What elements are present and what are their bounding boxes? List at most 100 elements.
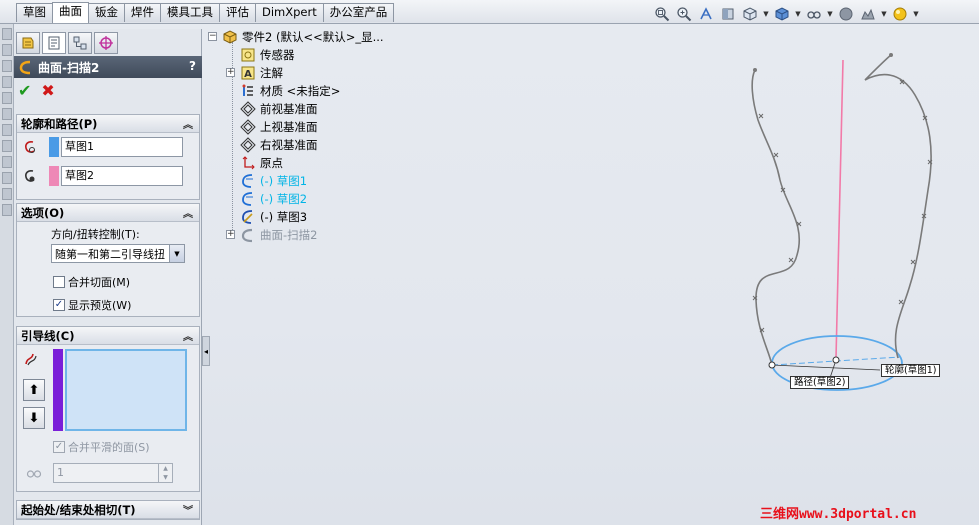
show-preview-row[interactable]: ✓ 显示预览(W) (53, 297, 131, 313)
show-preview-checkbox[interactable]: ✓ (53, 299, 65, 311)
strip-icon[interactable] (2, 156, 12, 168)
tab-surfaces[interactable]: 曲面 (52, 2, 89, 23)
tree-item-material[interactable]: 材质 <未指定> (240, 82, 340, 100)
tab-office-products[interactable]: 办公室产品 (322, 3, 395, 22)
tree-item-sweep-surface[interactable]: 曲面-扫描2 (240, 226, 317, 244)
strip-icon[interactable] (2, 172, 12, 184)
options-header[interactable]: 选项(O) ︽ (17, 204, 199, 222)
profile-and-path-header[interactable]: 轮廓和路径(P) ︽ (17, 115, 199, 133)
zoom-area-icon[interactable] (674, 5, 694, 23)
path-selection-box[interactable]: 草图2 (61, 166, 183, 186)
ok-checkmark-icon[interactable]: ✔ (18, 83, 31, 99)
chevron-down-icon[interactable]: ▼ (794, 5, 802, 23)
guide-count-stepper[interactable]: 1 ▲ ▼ (53, 463, 173, 483)
property-manager-tab[interactable] (42, 32, 66, 54)
strip-icon[interactable] (2, 188, 12, 200)
tab-sketch[interactable]: 草图 (16, 3, 53, 22)
panel-collapse-handle[interactable]: ◂ (202, 336, 210, 366)
group-title: 引导线(C) (21, 328, 75, 343)
edit-appearance-icon[interactable] (836, 5, 856, 23)
spin-up-icon[interactable]: ▲ (159, 464, 172, 473)
cancel-x-icon[interactable]: ✖ (41, 83, 54, 99)
strip-icon[interactable] (2, 108, 12, 120)
guide-curve-points (752, 79, 933, 333)
tree-item-front-plane[interactable]: 前视基准面 (240, 100, 318, 118)
orientation-twist-dropdown[interactable]: 随第一和第二引导线扭 ▼ (51, 244, 185, 263)
tree-item-right-plane[interactable]: 右视基准面 (240, 136, 318, 154)
profile-selection-box[interactable]: 草图1 (61, 137, 183, 157)
previous-view-icon[interactable] (696, 5, 716, 23)
path-icon (19, 166, 41, 186)
merge-smooth-faces-row[interactable]: ✓ 合并平滑的面(S) (53, 439, 150, 455)
tree-expand-toggle[interactable]: + (226, 68, 235, 77)
tree-item-origin[interactable]: 原点 (240, 154, 283, 172)
help-button[interactable]: ? (189, 59, 196, 73)
view-settings-icon[interactable] (890, 5, 910, 23)
guide-curves-selection-list[interactable] (65, 349, 187, 431)
path-callout[interactable]: 路径(草图2) (790, 376, 850, 389)
strip-icon[interactable] (2, 204, 12, 216)
chevron-down-icon[interactable]: ▼ (169, 245, 184, 262)
tree-item-top-plane[interactable]: 上视基准面 (240, 118, 318, 136)
model-viewport[interactable]: 轮廓(草图1) 路径(草图2) (700, 40, 979, 410)
spinner-buttons[interactable]: ▲ ▼ (158, 464, 172, 482)
profile-callout[interactable]: 轮廓(草图1) (881, 364, 941, 377)
chevron-down-icon[interactable]: ▼ (762, 5, 770, 23)
tree-item-sketch3[interactable]: (-) 草图3 (240, 208, 307, 226)
view-orientation-icon[interactable] (740, 5, 760, 23)
strip-icon[interactable] (2, 28, 12, 40)
tree-item-sketch1[interactable]: (-) 草图1 (240, 172, 307, 190)
section-view-icon[interactable] (718, 5, 738, 23)
tree-item-sketch2[interactable]: (-) 草图2 (240, 190, 307, 208)
tab-evaluate[interactable]: 评估 (219, 3, 256, 22)
strip-icon[interactable] (2, 140, 12, 152)
guide-curves-header[interactable]: 引导线(C) ︽ (17, 327, 199, 345)
chevron-down-icon[interactable]: ▼ (912, 5, 920, 23)
chevron-down-icon[interactable]: ▼ (826, 5, 834, 23)
hide-show-items-icon[interactable] (804, 5, 824, 23)
merge-tangent-faces-checkbox[interactable] (53, 276, 65, 288)
sweep-path-line (835, 59, 844, 359)
collapse-chevron-icon[interactable]: ︽ (183, 205, 193, 220)
strip-icon[interactable] (2, 124, 12, 136)
merge-smooth-faces-label: 合并平滑的面(S) (68, 441, 150, 454)
merge-tangent-faces-row[interactable]: 合并切面(M) (53, 274, 130, 290)
group-title: 轮廓和路径(P) (21, 116, 98, 131)
tab-sheet-metal[interactable]: 钣金 (88, 3, 125, 22)
feature-manager-tab[interactable] (16, 32, 40, 54)
strip-icon[interactable] (2, 92, 12, 104)
zoom-to-fit-icon[interactable] (652, 5, 672, 23)
configuration-manager-tab[interactable] (68, 32, 92, 54)
sketch-icon (240, 191, 256, 207)
tree-collapse-toggle[interactable]: − (208, 32, 217, 41)
strip-icon[interactable] (2, 76, 12, 88)
sketch-icon (240, 209, 256, 225)
tree-item-label: 右视基准面 (260, 138, 318, 152)
start-end-tangency-header[interactable]: 起始处/结束处相切(T) ︾ (17, 501, 199, 519)
strip-icon[interactable] (2, 60, 12, 72)
display-style-icon[interactable] (772, 5, 792, 23)
spin-down-icon[interactable]: ▼ (159, 473, 172, 482)
tab-weldments[interactable]: 焊件 (124, 3, 161, 22)
tree-item-annotations[interactable]: A 注解 (240, 64, 283, 82)
group-title: 起始处/结束处相切(T) (21, 502, 136, 517)
watermark-text: 三维网www.3dportal.cn (760, 507, 917, 522)
ok-cancel-bar: ✔ ✖ (18, 83, 55, 99)
apply-scene-icon[interactable] (858, 5, 878, 23)
collapse-chevron-icon[interactable]: ︽ (183, 328, 193, 343)
merge-smooth-faces-checkbox[interactable]: ✓ (53, 441, 65, 453)
dimxpert-manager-tab[interactable] (94, 32, 118, 54)
swept-surface-icon (19, 60, 31, 75)
guide-curve-color-swatch (53, 349, 63, 431)
collapse-chevron-icon[interactable]: ︽ (183, 116, 193, 131)
tree-expand-toggle[interactable]: + (226, 230, 235, 239)
chevron-down-icon[interactable]: ▼ (880, 5, 888, 23)
strip-icon[interactable] (2, 44, 12, 56)
tab-mold-tools[interactable]: 模具工具 (160, 3, 220, 22)
tree-item-sensors[interactable]: 传感器 (240, 46, 295, 64)
tab-dimxpert[interactable]: DimXpert (255, 3, 324, 22)
move-up-button[interactable]: ⬆ (23, 379, 45, 401)
tree-root[interactable]: 零件2 (默认<<默认>_显... (222, 28, 384, 46)
move-down-button[interactable]: ⬇ (23, 407, 45, 429)
expand-chevron-icon[interactable]: ︾ (183, 502, 193, 517)
